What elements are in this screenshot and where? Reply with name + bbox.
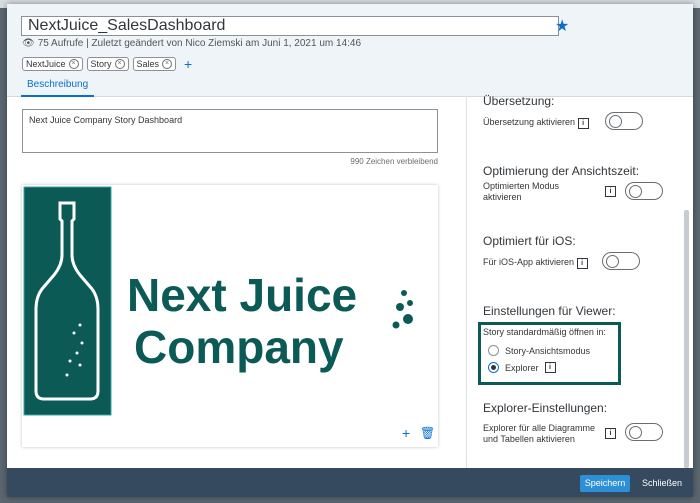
radio-label: Story-Ansichtsmodus [505,345,591,356]
panel-divider [466,96,467,468]
ios-label-text: Für iOS-App aktivieren [483,257,575,267]
tag-label: NextJuice [26,59,66,69]
toggle-knob [609,115,622,128]
logo-line1: Next Juice [127,269,357,321]
radio-story-ansichtsmodus[interactable]: Story-Ansichtsmodus [488,345,590,356]
translation-label: Übersetzung aktivieren i [483,117,589,129]
ios-title: Optimiert für iOS: [483,234,576,248]
info-icon[interactable]: i [544,362,556,373]
meta-text: 75 Aufrufe | Zuletzt geändert von Nico Z… [37,38,362,49]
tag-label: Story [90,59,112,69]
scrollbar[interactable] [684,210,689,468]
toggle-knob [629,426,642,439]
viewer-open-label: Story standardmäßig öffnen in: [483,327,606,337]
remove-tag-icon[interactable]: × [162,59,173,69]
explorer-label-line2: und Tabellen aktivieren [483,434,575,444]
toggle-knob [606,255,619,268]
tag-sales[interactable]: Sales × [132,57,177,71]
story-meta: 👁 75 Aufrufe | Zuletzt geändert von Nico … [22,38,361,49]
toggle-knob [629,185,642,198]
story-image-card: Next Juice Company + 🗑 [22,185,438,447]
radio-explorer[interactable]: Explorer i [488,362,556,373]
remove-tag-icon[interactable]: × [114,59,125,69]
tag-story[interactable]: Story × [86,57,129,71]
dialog-header: NextJuice_SalesDashboard ★ 👁 75 Aufrufe |… [7,4,693,97]
info-icon[interactable]: i [605,186,616,197]
explorer-title: Explorer-Einstellungen: [483,401,608,415]
explorer-toggle[interactable] [625,423,663,441]
save-button[interactable]: Speichern [580,475,630,492]
optimize-title: Optimierung der Ansichtszeit: [483,164,640,178]
tag-label: Sales [136,59,160,69]
remove-tag-icon[interactable]: × [68,59,79,69]
add-tag-icon[interactable]: + [184,56,192,72]
optimize-toggle[interactable] [625,182,663,200]
info-icon[interactable]: i [605,428,616,439]
story-details-dialog: NextJuice_SalesDashboard ★ 👁 75 Aufrufe |… [7,4,693,497]
close-button[interactable]: Schließen [637,475,687,492]
add-image-icon[interactable]: + [402,425,410,441]
next-juice-logo: Next Juice Company [23,186,413,416]
ios-toggle[interactable] [602,252,640,270]
tab-beschreibung[interactable]: Beschreibung [21,75,95,97]
eye-icon: 👁 [22,38,35,49]
dialog-tabbar: Beschreibung [21,75,95,97]
tag-list: NextJuice × Story × Sales × + [22,56,192,72]
optimize-label-line2: aktivieren [483,192,522,202]
story-title-input[interactable]: NextJuice_SalesDashboard [21,16,559,36]
tag-nextjuice[interactable]: NextJuice × [22,57,83,71]
explorer-label-line1: Explorer für alle Diagramme [483,423,596,433]
translation-toggle[interactable] [605,112,643,130]
trash-icon[interactable]: 🗑 [420,426,435,440]
info-icon[interactable]: i [577,118,589,129]
description-textarea[interactable]: Next Juice Company Story Dashboard [22,109,438,153]
info-icon[interactable]: i [576,258,588,269]
favorite-star-icon[interactable]: ★ [555,16,569,36]
dialog-footer: Speichern Schließen [7,468,693,497]
ios-label: Für iOS-App aktivieren i [483,257,588,269]
radio-circle-selected [488,362,499,373]
radio-circle [488,345,499,356]
translation-title: Übersetzung: [483,94,555,108]
optimize-label-line1: Optimierten Modus [483,181,560,191]
chars-remaining: 990 Zeichen verbleibend [350,157,438,166]
viewer-title: Einstellungen für Viewer: [483,304,616,318]
translation-label-text: Übersetzung aktivieren [483,117,576,127]
radio-label: Explorer [505,362,539,373]
logo-line2: Company [134,321,344,373]
